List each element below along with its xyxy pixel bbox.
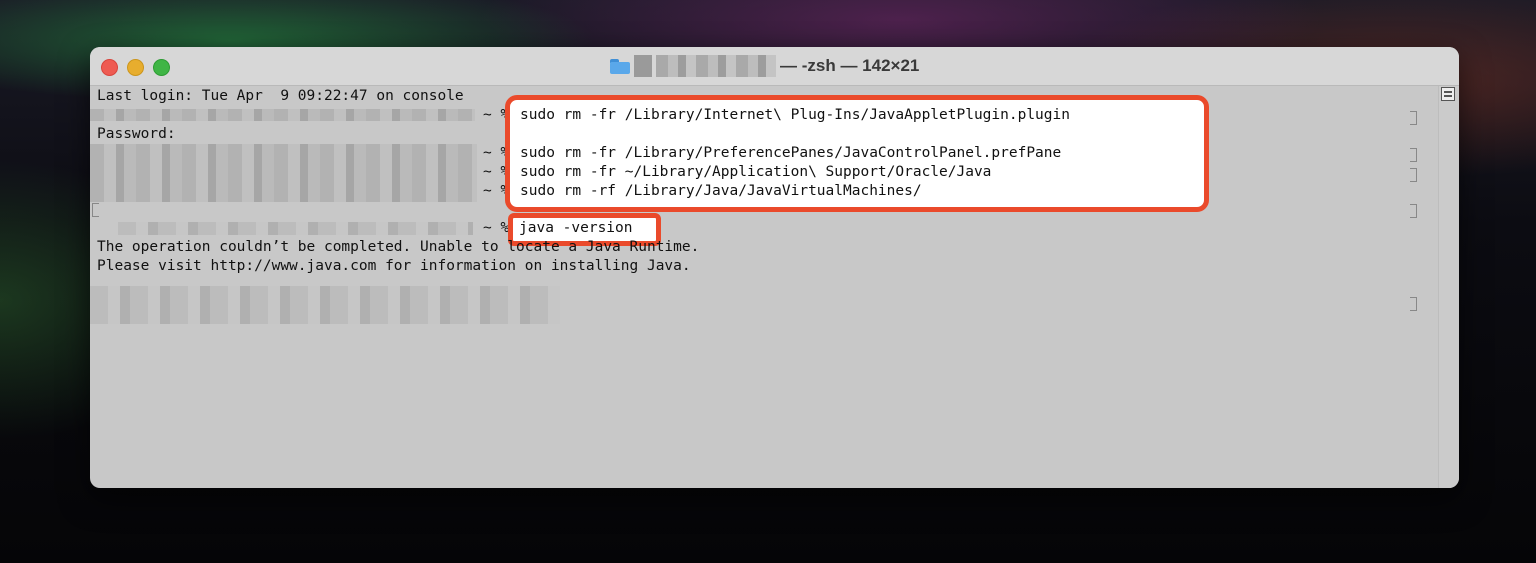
last-login-line: Last login: Tue Apr 9 09:22:47 on consol… [97, 88, 464, 104]
close-button[interactable] [101, 59, 118, 76]
window-title-suffix: — -zsh — 142×21 [780, 56, 920, 75]
terminal-window: — -zsh — 142×21 Last login: Tue Apr 9 09… [90, 47, 1459, 488]
line-mark [1410, 148, 1417, 162]
line-mark [92, 203, 99, 217]
line-mark [1410, 111, 1417, 125]
redacted-prompt-block [90, 144, 477, 202]
redacted-title-name [656, 55, 776, 77]
minimize-button[interactable] [127, 59, 144, 76]
redacted-prompt-block [90, 286, 560, 324]
terminal-content[interactable]: Last login: Tue Apr 9 09:22:47 on consol… [90, 86, 1439, 488]
line-mark [1410, 204, 1417, 218]
redacted-title-part [634, 55, 652, 77]
version-command: java -version [519, 220, 633, 236]
command-line: sudo rm -rf /Library/Java/JavaVirtualMac… [520, 183, 922, 199]
command-line: sudo rm -fr ~/Library/Application\ Suppo… [520, 164, 992, 180]
scrollbar[interactable] [1438, 86, 1459, 488]
output-line: Please visit http://www.java.com for inf… [97, 258, 691, 274]
zoom-button[interactable] [153, 59, 170, 76]
line-mark [1410, 297, 1417, 311]
line-mark [1410, 168, 1417, 182]
title-bar: — -zsh — 142×21 [90, 47, 1459, 86]
prompt-suffix: ~ % [483, 220, 510, 236]
window-title: — -zsh — 142×21 [610, 55, 919, 77]
scroll-menu-icon[interactable] [1441, 87, 1455, 101]
password-prompt: Password: [97, 126, 176, 142]
redacted-prompt [118, 222, 473, 235]
redacted-prompt [90, 109, 475, 121]
output-line: The operation couldn’t be completed. Una… [97, 239, 700, 255]
folder-icon [610, 58, 630, 74]
command-line: sudo rm -fr /Library/PreferencePanes/Jav… [520, 145, 1062, 161]
command-line: sudo rm -fr /Library/Internet\ Plug-Ins/… [520, 107, 1070, 123]
